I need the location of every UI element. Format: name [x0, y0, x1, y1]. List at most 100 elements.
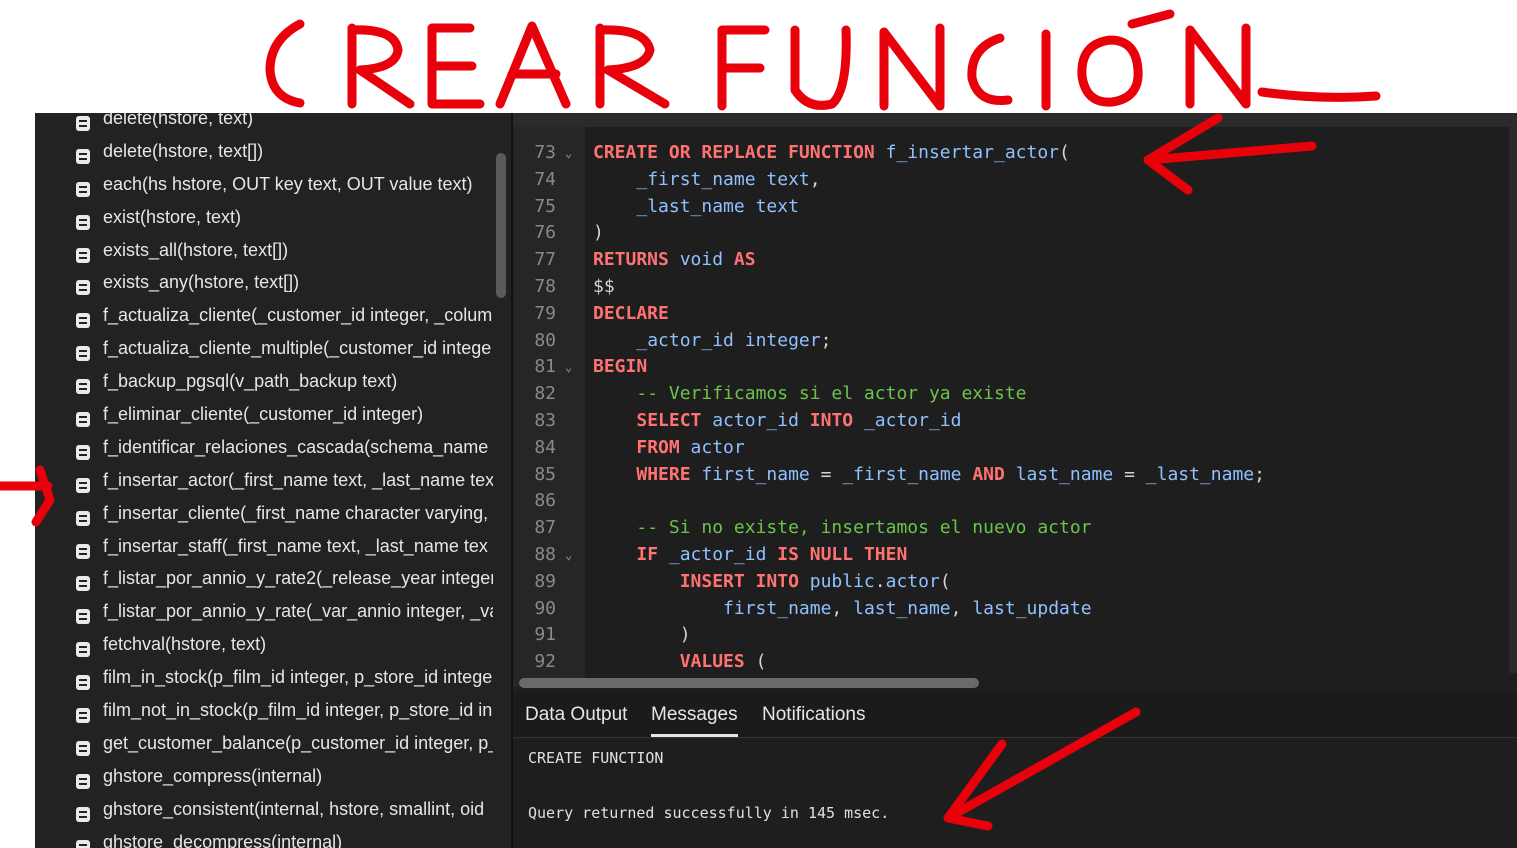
- tree-item-label: f_listar_por_annio_y_rate(_var_annio int…: [103, 601, 493, 622]
- code-token: ,: [950, 597, 973, 619]
- code-token: (: [755, 651, 767, 673]
- code-token: _actor_id integer: [636, 329, 821, 351]
- code-token: VALUES: [679, 651, 756, 673]
- tree-item-label: film_not_in_stock(p_film_id integer, p_s…: [103, 700, 493, 721]
- line-number: 80: [534, 329, 556, 351]
- tree-item-function[interactable]: f_eliminar_cliente(_customer_id integer): [35, 398, 493, 431]
- tree-item-function[interactable]: get_customer_balance(p_customer_id integ…: [35, 727, 493, 760]
- message-line: CREATE FUNCTION: [528, 749, 664, 767]
- function-icon: [75, 735, 91, 756]
- tree-item-function[interactable]: exists_all(hstore, text[]): [35, 234, 493, 267]
- editor-vertical-scrollbar[interactable]: [1509, 127, 1517, 673]
- tree-item-label: f_backup_pgsql(v_path_backup text): [103, 371, 398, 392]
- function-icon: [75, 143, 91, 164]
- tab-data-output[interactable]: Data Output: [525, 693, 627, 737]
- line-number: 83: [534, 409, 556, 431]
- tree-item-function[interactable]: ghstore_compress(internal): [35, 760, 493, 793]
- tree-item-label: f_eliminar_cliente(_customer_id integer): [103, 404, 424, 425]
- code-token: last_update: [972, 597, 1092, 619]
- tree-item-function[interactable]: f_listar_por_annio_y_rate(_var_annio int…: [35, 595, 493, 628]
- tree-item-label: f_insertar_actor(_first_name text, _last…: [103, 469, 493, 490]
- tree-item-label: f_insertar_staff(_first_name text, _last…: [103, 535, 488, 556]
- message-line: Query returned successfully in 145 msec.: [528, 804, 890, 822]
- tree-item-function[interactable]: f_listar_por_annio_y_rate2(_release_year…: [35, 562, 493, 595]
- code-token: f_insertar_actor: [885, 142, 1059, 163]
- tree-item-function[interactable]: f_insertar_cliente(_first_name character…: [35, 497, 493, 530]
- code-token: ): [593, 222, 604, 244]
- code-text: SELECT actor_id INTO _actor_id: [593, 408, 961, 435]
- code-text: -- Verificamos si el actor ya existe: [593, 381, 1026, 408]
- code-token: ;: [820, 329, 832, 351]
- line-number: 87: [534, 517, 556, 539]
- code-text: _actor_id integer;: [593, 328, 831, 355]
- tree-item-function[interactable]: ghstore_decompress(internal): [35, 826, 493, 848]
- tree-item-label: exist(hstore, text): [103, 206, 242, 227]
- code-token: =: [820, 463, 843, 485]
- tree-scrollbar[interactable]: [496, 153, 506, 298]
- function-icon: [75, 801, 91, 822]
- tree-item-function[interactable]: f_insertar_staff(_first_name text, _last…: [35, 530, 493, 563]
- tree-item-label: f_identificar_relaciones_cascada(schema_…: [103, 436, 489, 457]
- tree-item-label: f_listar_por_annio_y_rate2(_release_year…: [103, 568, 493, 589]
- line-number: 86: [534, 490, 556, 512]
- tree-item-function[interactable]: f_actualiza_cliente(_customer_id integer…: [35, 299, 493, 332]
- editor-toolbar: [513, 113, 1517, 127]
- tree-item-function[interactable]: film_not_in_stock(p_film_id integer, p_s…: [35, 694, 493, 727]
- code-text: ): [593, 220, 604, 247]
- function-icon: [75, 340, 91, 362]
- line-number: 82: [534, 383, 556, 405]
- function-icon: [75, 472, 91, 493]
- tab-messages[interactable]: Messages: [651, 693, 738, 737]
- tree-item-function[interactable]: f_backup_pgsql(v_path_backup text): [35, 365, 493, 398]
- fold-chevron-icon[interactable]: ⌄: [565, 354, 579, 381]
- code-text: _last_name text: [593, 194, 799, 221]
- code-text: FROM actor: [593, 435, 744, 462]
- function-icon: [75, 538, 91, 559]
- code-token: first_name: [701, 463, 821, 485]
- tree-item-function[interactable]: delete(hstore, text): [35, 113, 493, 135]
- tab-notifications[interactable]: Notifications: [762, 693, 866, 737]
- query-editor[interactable]: 73 ⌄ CREATE OR REPLACE FUNCTION f_insertar…: [513, 113, 1517, 693]
- code-text: BEGIN: [593, 354, 647, 381]
- tree-item-function[interactable]: fetchval(hstore, text): [35, 628, 493, 661]
- tree-item-function[interactable]: exist(hstore, text): [35, 201, 493, 234]
- fold-chevron-icon[interactable]: ⌄: [565, 542, 579, 569]
- fold-chevron-icon[interactable]: ⌄: [565, 140, 579, 167]
- code-token: _last_name: [1145, 463, 1255, 485]
- code-token: $$: [593, 275, 615, 297]
- code-text: $$: [593, 274, 615, 301]
- line-number: 78: [534, 275, 556, 297]
- tree-item-function[interactable]: f_insertar_actor(_first_name text, _last…: [35, 464, 493, 497]
- code-token: -- Si no existe, insertamos el nuevo act…: [636, 517, 1092, 539]
- code-token: actor_id: [712, 409, 810, 431]
- line-number: 89: [534, 570, 556, 592]
- tree-item-function[interactable]: ghstore_consistent(internal, hstore, sma…: [35, 793, 493, 826]
- tree-item-function[interactable]: f_actualiza_cliente_multiple(_customer_i…: [35, 332, 493, 365]
- code-text: RETURNS void AS: [593, 247, 756, 274]
- line-number: 76: [534, 222, 556, 244]
- tree-item-function[interactable]: delete(hstore, text[]): [35, 135, 493, 168]
- tree-item-label: f_insertar_cliente(_first_name character…: [103, 502, 489, 523]
- code-token: AND: [972, 463, 1016, 485]
- tree-item-function[interactable]: exists_any(hstore, text[]): [35, 266, 493, 299]
- code-token: actor: [885, 570, 940, 592]
- tree-item-function[interactable]: f_identificar_relaciones_cascada(schema_…: [35, 431, 493, 464]
- line-number: 92: [534, 651, 556, 673]
- tree-item-label: ghstore_decompress(internal): [103, 831, 343, 848]
- tree-item-function[interactable]: film_in_stock(p_film_id integer, p_store…: [35, 661, 493, 694]
- code-text: -- Si no existe, insertamos el nuevo act…: [593, 515, 1092, 542]
- editor-horizontal-scrollbar[interactable]: [519, 678, 979, 688]
- code-text: ): [593, 622, 691, 649]
- tree-item-label: exists_all(hstore, text[]): [103, 239, 289, 260]
- code-token: INSERT INTO: [679, 570, 810, 592]
- line-number: 79: [534, 302, 556, 324]
- code-token: ;: [1254, 463, 1265, 485]
- function-icon: [75, 603, 91, 625]
- code-text: IF _actor_id IS NULL THEN: [593, 542, 907, 569]
- tree-item-function[interactable]: each(hs hstore, OUT key text, OUT value …: [35, 168, 493, 201]
